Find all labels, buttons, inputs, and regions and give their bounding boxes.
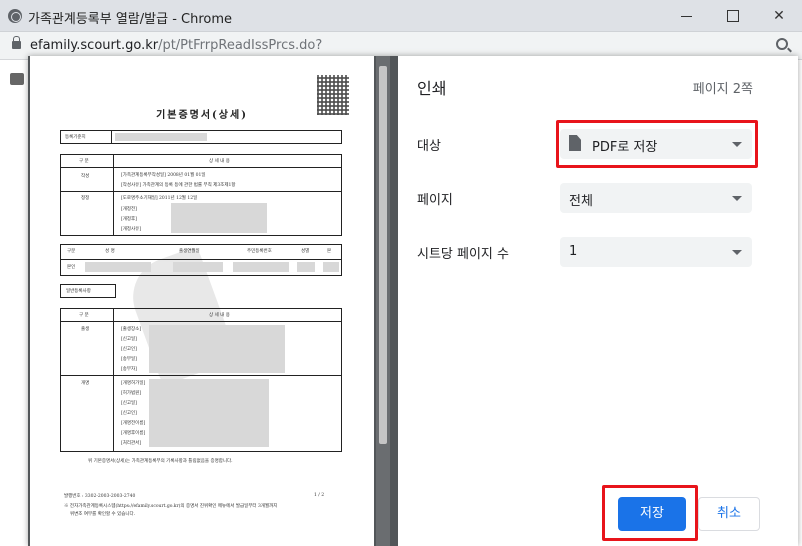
window-title: 가족관계등록부 열람/발급 - Chrome (28, 12, 233, 27)
person-header-1: 성 명 (105, 249, 115, 254)
section-general: 구 분 상 세 내 용 출생 [출생장소] [신고일] [신고인] [송부일] … (60, 308, 342, 452)
rename-line-6: [처리관서] (121, 441, 142, 446)
redacted-block (149, 325, 285, 373)
preview-page: 기본증명서(상세) 등록기준지 구 분 상 세 내 용 작성 [가족관계등록부작… (30, 56, 374, 546)
pages-per-sheet-label: 시트당 페이지 수 (417, 247, 509, 262)
url-text[interactable]: efamily.scourt.go.kr/pt/PtFrrpReadIssPrc… (30, 38, 322, 53)
person-header-0: 구분 (67, 249, 76, 254)
close-button[interactable]: ✕ (764, 4, 794, 28)
pages-select[interactable]: 전체 (560, 183, 752, 213)
lock-icon (12, 36, 21, 49)
redacted-block (85, 262, 151, 272)
person-header-5: 본 (327, 249, 332, 254)
redacted-block (149, 379, 269, 447)
preview-scroll-thumb[interactable] (379, 66, 387, 444)
pages-per-sheet-value: 1 (569, 244, 578, 259)
change-line-3: [개정후] (121, 217, 137, 222)
section2-header-right: 상 세 내 용 (209, 313, 230, 318)
reg-base-label: 등록기준지 (65, 135, 86, 140)
globe-icon (8, 9, 22, 23)
rename-line-3: [신고인] (121, 411, 137, 416)
create-line-2: [작성사유] 가족관계의 등록 등에 관한 법률 부칙 제3조제1항 (121, 183, 236, 188)
document-title: 기본증명서(상세) (156, 110, 248, 121)
birth-line-0: [출생장소] (121, 327, 142, 332)
pages-per-sheet-select[interactable]: 1 (560, 237, 752, 267)
row-birth: 출생 (81, 327, 90, 332)
rename-line-2: [신고일] (121, 401, 137, 406)
print-preview[interactable]: 기본증명서(상세) 등록기준지 구 분 상 세 내 용 작성 [가족관계등록부작… (28, 56, 398, 546)
row-create: 작성 (81, 174, 90, 179)
window-titlebar: 가족관계등록부 열람/발급 - Chrome ✕ (0, 0, 802, 32)
section2-header-left: 구 분 (79, 313, 89, 318)
row-rename: 개명 (81, 381, 90, 386)
section-header-left: 구 분 (79, 159, 89, 164)
redacted-block (173, 262, 223, 272)
background-page (0, 61, 28, 546)
birth-line-4: [송부자] (121, 367, 137, 372)
chevron-down-icon (732, 196, 742, 201)
redacted-block (323, 262, 339, 272)
issue-number: 발행번호 : 3302-2003-2003-2740 (64, 494, 136, 499)
print-settings-panel: 인쇄 페이지 2쪽 대상 PDF로 저장 페이지 전체 시트당 페이지 수 1 … (398, 56, 798, 546)
rename-line-0: [개명허가일] (121, 381, 146, 386)
person-table: 구분 성 명 출생연월일 주민등록번호 성별 본 본인 (60, 244, 342, 276)
url-path: /pt/PtFrrpReadIssPrcs.do? (158, 38, 323, 53)
person-header-3: 주민등록번호 (247, 249, 272, 254)
certify-text: 위 기본증명서(상세)는 가족관계등록부의 기록사항과 틀림없음을 증명합니다. (88, 459, 233, 464)
cancel-button[interactable]: 취소 (698, 497, 760, 531)
row-change: 정정 (81, 196, 90, 201)
redacted-block (297, 262, 315, 272)
redacted-block (233, 262, 289, 272)
footnote-1: ※ 전자가족관계등록시스템(https://efamily.scourt.go.… (64, 504, 278, 509)
zoom-icon[interactable] (776, 38, 788, 50)
url-domain: efamily.scourt.go.kr (30, 38, 159, 53)
redacted-block (171, 203, 267, 233)
footnote-2: 위변조 여부를 확인할 수 있습니다. (70, 512, 136, 517)
person-header-2: 출생연월일 (179, 249, 200, 254)
destination-highlight (556, 120, 758, 168)
print-title: 인쇄 (417, 79, 447, 98)
general-label: 일반등록사항 (66, 289, 91, 294)
rename-line-1: [허가법원] (121, 391, 142, 396)
page-count: 페이지 2쪽 (692, 82, 753, 97)
page-number: 1 / 2 (314, 493, 325, 498)
birth-line-2: [신고인] (121, 347, 137, 352)
birth-line-3: [송부일] (121, 357, 137, 362)
general-label-box: 일반등록사항 (60, 284, 116, 298)
rename-line-4: [개명전이름] (121, 421, 146, 426)
redacted-block (115, 133, 207, 141)
reg-base-box: 등록기준지 (60, 130, 342, 144)
change-line-2: [개정전] (121, 207, 137, 212)
create-line-1: [가족관계등록부작성일] 2008년 01월 01일 (121, 173, 206, 178)
person-header-4: 성별 (301, 249, 310, 254)
save-button[interactable]: 저장 (618, 497, 686, 531)
pages-label: 페이지 (417, 193, 453, 208)
section-header-right: 상 세 내 용 (209, 159, 230, 164)
pages-value: 전체 (569, 194, 593, 209)
change-line-1: [도로명주소기재일] 2011년 12월 12일 (121, 196, 198, 201)
print-dialog: 기본증명서(상세) 등록기준지 구 분 상 세 내 용 작성 [가족관계등록부작… (28, 56, 798, 546)
destination-label: 대상 (417, 139, 441, 154)
minimize-button[interactable] (672, 4, 702, 28)
rename-line-5: [개명후이름] (121, 431, 146, 436)
printer-icon[interactable] (10, 73, 24, 85)
change-line-4: [개정사유] (121, 227, 142, 232)
birth-line-1: [신고일] (121, 337, 137, 342)
chevron-down-icon (732, 250, 742, 255)
person-row-label: 본인 (67, 265, 76, 270)
section-record: 구 분 상 세 내 용 작성 [가족관계등록부작성일] 2008년 01월 01… (60, 154, 342, 236)
maximize-button[interactable] (718, 4, 748, 28)
